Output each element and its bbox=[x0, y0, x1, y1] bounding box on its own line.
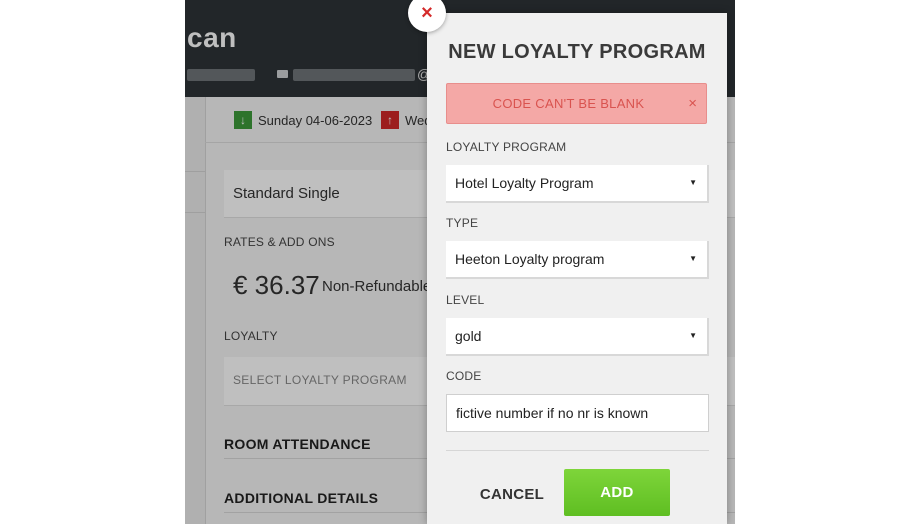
caret-down-icon: ▼ bbox=[689, 254, 697, 263]
error-message: CODE CAN'T BE BLANK bbox=[492, 96, 645, 111]
alert-close-icon[interactable]: × bbox=[688, 95, 697, 112]
modal-divider bbox=[446, 450, 709, 451]
add-button[interactable]: ADD bbox=[564, 469, 670, 516]
loyalty-program-label: LOYALTY PROGRAM bbox=[446, 140, 567, 154]
type-label: TYPE bbox=[446, 216, 479, 230]
code-input[interactable] bbox=[446, 394, 709, 432]
new-loyalty-program-modal: NEW LOYALTY PROGRAM CODE CAN'T BE BLANK … bbox=[427, 13, 727, 524]
error-alert: CODE CAN'T BE BLANK × bbox=[446, 83, 707, 124]
level-value: gold bbox=[455, 328, 482, 344]
caret-down-icon: ▼ bbox=[689, 331, 697, 340]
cancel-button[interactable]: CANCEL bbox=[477, 479, 547, 509]
level-label: LEVEL bbox=[446, 293, 485, 307]
modal-title: NEW LOYALTY PROGRAM bbox=[448, 41, 706, 63]
loyalty-program-select[interactable]: Hotel Loyalty Program ▼ bbox=[446, 165, 709, 203]
type-value: Heeton Loyalty program bbox=[455, 251, 605, 267]
loyalty-program-value: Hotel Loyalty Program bbox=[455, 175, 594, 191]
close-icon: × bbox=[421, 2, 433, 24]
level-select[interactable]: gold ▼ bbox=[446, 318, 709, 356]
type-select[interactable]: Heeton Loyalty program ▼ bbox=[446, 241, 709, 279]
code-label: CODE bbox=[446, 369, 482, 383]
caret-down-icon: ▼ bbox=[689, 178, 697, 187]
